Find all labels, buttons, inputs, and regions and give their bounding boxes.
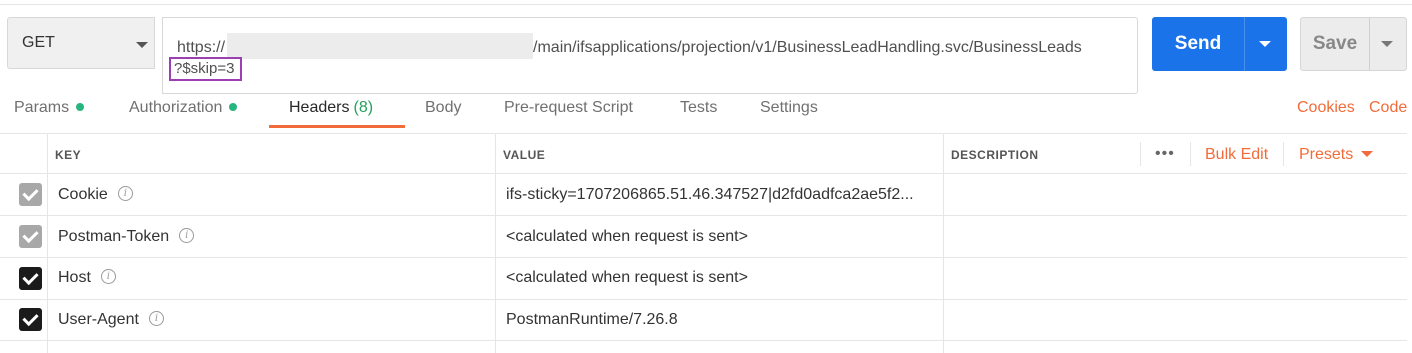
status-dot-icon: [76, 102, 85, 111]
url-path: /main/ifsapplications/projection/v1/Busi…: [533, 39, 1082, 57]
send-divider: [1244, 17, 1245, 71]
tab-label: Authorization: [129, 99, 223, 116]
tab-pre-request-script[interactable]: Pre-request Script: [504, 99, 633, 117]
column-description: DESCRIPTION: [951, 148, 1039, 162]
table-row: Host i <calculated when request is sent>: [0, 258, 1407, 300]
tab-label: Params: [14, 99, 70, 116]
row-key-text: Host: [58, 269, 91, 286]
tab-label: Headers: [289, 99, 350, 116]
tab-params[interactable]: Params: [14, 99, 85, 117]
info-icon[interactable]: i: [100, 269, 116, 285]
tab-label: Settings: [760, 99, 818, 116]
bulk-edit-link[interactable]: Bulk Edit: [1205, 146, 1268, 164]
presets-dropdown[interactable]: Presets: [1299, 146, 1374, 164]
url-input[interactable]: https:// /main/ifsapplications/projection…: [162, 17, 1138, 94]
save-label: Save: [1312, 33, 1358, 54]
method-label: GET: [22, 34, 55, 51]
code-link[interactable]: Code: [1369, 99, 1407, 117]
row-key: Postman-Token i: [58, 228, 195, 246]
row-checkbox[interactable]: [19, 308, 42, 331]
column-key: KEY: [55, 148, 82, 162]
row-key: User-Agent i: [58, 311, 164, 329]
header-divider: [1190, 142, 1191, 166]
tab-count: (8): [353, 99, 374, 116]
send-label: Send: [1174, 33, 1222, 54]
url-query: ?$skip=3: [174, 60, 235, 77]
top-divider: [0, 0, 1412, 5]
tab-tests[interactable]: Tests: [680, 99, 717, 117]
presets-label: Presets: [1299, 146, 1354, 163]
row-key-text: Postman-Token: [58, 228, 170, 245]
row-checkbox[interactable]: [19, 225, 42, 248]
chevron-down-icon: [1361, 151, 1374, 157]
active-tab-indicator: [269, 125, 405, 128]
header-divider: [1283, 142, 1284, 166]
save-divider: [1369, 18, 1370, 70]
method-select[interactable]: GET: [7, 17, 155, 69]
tab-headers[interactable]: Headers (8): [289, 99, 373, 117]
tab-label: Tests: [680, 99, 718, 116]
header-divider: [1140, 142, 1141, 166]
table-row: Cookie i ifs-sticky=1707206865.51.46.3475…: [0, 174, 1407, 216]
table-row: Postman-Token i <calculated when request …: [0, 216, 1407, 258]
tab-label: Body: [425, 99, 462, 116]
column-value: VALUE: [503, 148, 546, 162]
row-key-text: User-Agent: [58, 311, 139, 328]
row-value: <calculated when request is sent>: [506, 269, 748, 286]
row-key: Host i: [58, 269, 116, 287]
chevron-down-icon[interactable]: [1381, 41, 1393, 47]
info-icon[interactable]: i: [179, 228, 195, 244]
url-text: https:// /main/ifsapplications/projection…: [177, 33, 1082, 61]
row-checkbox[interactable]: [19, 183, 42, 206]
row-value: <calculated when request is sent>: [506, 228, 748, 245]
tab-label: Pre-request Script: [504, 99, 633, 116]
row-key-text: Cookie: [58, 186, 108, 203]
redacted-host: [227, 33, 534, 59]
row-value: PostmanRuntime/7.26.8: [506, 311, 678, 328]
info-icon[interactable]: i: [117, 186, 133, 202]
save-button[interactable]: Save: [1300, 17, 1407, 71]
info-icon[interactable]: i: [148, 311, 164, 327]
chevron-down-icon[interactable]: [1259, 41, 1271, 47]
url-query-highlight: ?$skip=3: [169, 57, 242, 81]
url-prefix: https://: [177, 39, 226, 57]
chevron-down-icon: [136, 42, 148, 48]
row-value: ifs-sticky=1707206865.51.46.347527|d2fd0…: [506, 186, 914, 203]
more-horizontal-icon[interactable]: •••: [1155, 145, 1175, 163]
row-key: Cookie i: [58, 186, 133, 204]
tab-body[interactable]: Body: [425, 99, 461, 117]
table-header: KEY VALUE DESCRIPTION ••• Bulk Edit Pres…: [0, 133, 1407, 174]
cookies-link[interactable]: Cookies: [1297, 99, 1355, 117]
row-checkbox[interactable]: [19, 267, 42, 290]
status-dot-icon: [229, 102, 238, 111]
send-button[interactable]: Send: [1152, 17, 1287, 71]
table-row: User-Agent i PostmanRuntime/7.26.8: [0, 299, 1407, 341]
tab-settings[interactable]: Settings: [760, 99, 818, 117]
tab-authorization[interactable]: Authorization: [129, 99, 238, 117]
